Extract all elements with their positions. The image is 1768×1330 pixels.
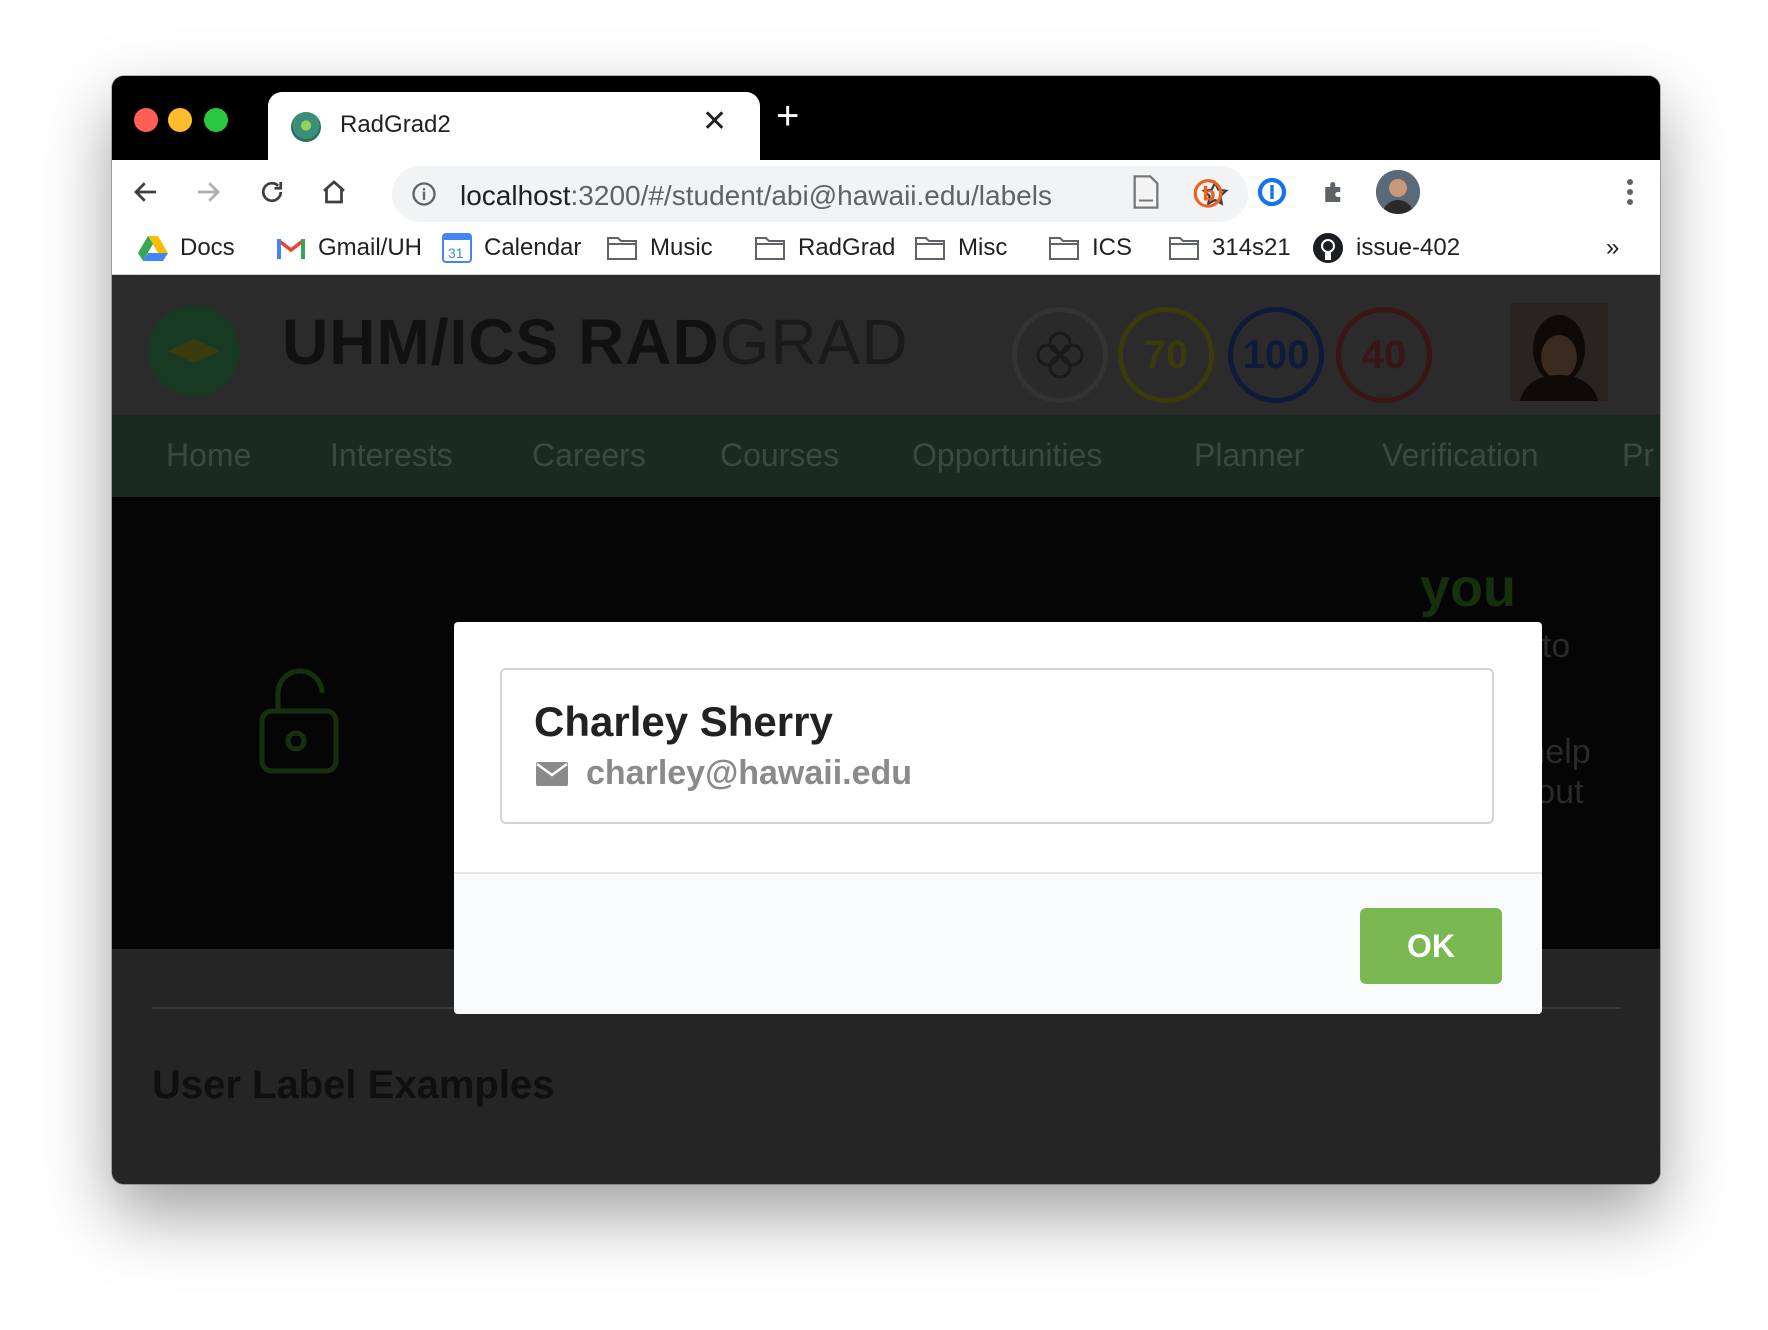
folder-icon <box>607 237 637 260</box>
calendar-day-text: 31 <box>448 245 464 261</box>
browser-menu-button[interactable] <box>1612 174 1648 210</box>
address-bar[interactable]: localhost:3200/#/student/abi@hawaii.edu/… <box>392 166 1248 222</box>
user-email-row: charley@hawaii.edu <box>536 754 912 793</box>
onepassword-icon <box>1257 177 1287 207</box>
url-text: localhost:3200/#/student/abi@hawaii.edu/… <box>460 180 1052 211</box>
bookmark-label: issue-402 <box>1356 234 1461 261</box>
user-name: Charley Sherry <box>534 698 833 745</box>
interests-gauge-icon[interactable] <box>1012 307 1108 403</box>
bookmarks-overflow-button[interactable]: » <box>1606 230 1619 266</box>
segment-heading-fragment: you <box>1420 558 1517 618</box>
bookmark-label: Music <box>650 234 713 261</box>
bookmark-gmail[interactable]: Gmail/UH <box>276 230 422 266</box>
minimize-window-button[interactable] <box>168 108 192 132</box>
nav-planner[interactable]: Planner <box>1194 437 1304 474</box>
nav-home[interactable]: Home <box>166 437 251 474</box>
ice-gauge-competency[interactable]: 100 <box>1228 307 1324 403</box>
arrow-right-icon <box>198 182 220 202</box>
bookmark-docs[interactable]: Docs <box>138 230 235 266</box>
info-icon <box>412 182 436 206</box>
site-nav: Home Interests Careers Courses Opportuni… <box>112 415 1660 497</box>
tab-title: RadGrad2 <box>340 111 451 138</box>
nav-verification[interactable]: Verification <box>1382 437 1539 474</box>
ok-button[interactable]: OK <box>1360 908 1502 984</box>
user-email: charley@hawaii.edu <box>586 754 913 792</box>
bookmark-calendar[interactable]: 31 Calendar <box>442 230 581 266</box>
kebab-menu-icon <box>1627 179 1633 205</box>
home-button[interactable] <box>314 172 354 212</box>
nav-opportunities[interactable]: Opportunities <box>912 437 1102 474</box>
bitly-icon: b <box>1193 179 1223 208</box>
bookmark-314s21[interactable]: 314s21 <box>1168 230 1291 266</box>
browser-toolbar: localhost:3200/#/student/abi@hawaii.edu/… <box>112 160 1660 224</box>
gmail-icon <box>276 238 306 259</box>
profile-avatar[interactable] <box>1376 170 1420 214</box>
folder-icon <box>1169 237 1199 260</box>
bookmark-label: Docs <box>180 234 235 261</box>
user-profile-photo[interactable] <box>1510 303 1608 401</box>
close-window-button[interactable] <box>134 108 158 132</box>
site-header: UHM/ICS RADGRAD 70 100 40 <box>112 275 1660 415</box>
avatar-icon <box>1376 170 1420 214</box>
section-title: User Label Examples <box>152 1063 555 1107</box>
github-icon <box>1313 233 1343 263</box>
new-tab-button[interactable]: + <box>776 96 799 136</box>
reload-icon <box>261 181 283 203</box>
unlock-icon <box>259 668 339 774</box>
extensions-button[interactable] <box>1316 174 1352 210</box>
back-button[interactable] <box>126 172 166 212</box>
nav-careers[interactable]: Careers <box>532 437 646 474</box>
bookmark-radgrad[interactable]: RadGrad <box>754 230 895 266</box>
calendar-icon: 31 <box>442 233 472 263</box>
ice-gauge-experience[interactable]: 40 <box>1336 307 1432 403</box>
nav-interests[interactable]: Interests <box>330 437 453 474</box>
home-icon <box>323 180 345 204</box>
avatar-icon <box>1510 303 1608 401</box>
google-drive-icon <box>138 236 168 261</box>
browser-titlebar: RadGrad2 ✕ + <box>112 76 1660 160</box>
radgrad-favicon-icon <box>291 112 321 142</box>
site-title: UHM/ICS RADGRAD <box>282 306 909 378</box>
nav-courses[interactable]: Courses <box>720 437 839 474</box>
bookmark-issue-402[interactable]: issue-402 <box>1312 230 1460 266</box>
radgrad-logo-icon <box>148 305 240 397</box>
bookmark-label: 314s21 <box>1212 234 1291 261</box>
bookmark-ics[interactable]: ICS <box>1048 230 1132 266</box>
bookmark-music[interactable]: Music <box>606 230 713 266</box>
bookmark-misc[interactable]: Misc <box>914 230 1007 266</box>
forward-button[interactable] <box>188 172 228 212</box>
bookmark-label: RadGrad <box>798 234 896 261</box>
browser-window: RadGrad2 ✕ + localhost:3200/#/student/ab… <box>112 76 1660 1184</box>
envelope-icon <box>536 761 568 786</box>
extension-1password[interactable] <box>1254 174 1290 210</box>
folder-icon <box>1049 237 1079 260</box>
bookmark-label: ICS <box>1092 234 1133 261</box>
bookmark-label: Gmail/UH <box>318 234 423 261</box>
user-card: Charley Sherry charley@hawaii.edu <box>500 668 1494 824</box>
modal-actions: OK <box>454 872 1542 1014</box>
user-label-modal: Charley Sherry charley@hawaii.edu OK <box>454 622 1542 1014</box>
tab-close-icon[interactable]: ✕ <box>702 104 727 139</box>
document-icon <box>1133 175 1159 209</box>
maximize-window-button[interactable] <box>204 108 228 132</box>
flower-icon <box>1036 331 1084 379</box>
arrow-left-icon <box>134 182 156 202</box>
folder-icon <box>755 237 785 260</box>
bookmark-label: Calendar <box>484 234 582 261</box>
nav-privacy[interactable]: Pr <box>1622 437 1654 474</box>
folder-icon <box>915 237 945 260</box>
puzzle-icon <box>1325 182 1341 202</box>
svg-text:b: b <box>1202 185 1215 206</box>
ice-gauge-innovation[interactable]: 70 <box>1118 307 1214 403</box>
extension-document[interactable] <box>1128 174 1164 210</box>
extension-bitly[interactable]: b <box>1190 174 1226 210</box>
browser-tab-active[interactable]: RadGrad2 ✕ <box>268 92 760 160</box>
bookmark-label: Misc <box>958 234 1008 261</box>
bookmarks-bar: Docs Gmail/UH 31 Calendar Music RadGrad … <box>112 224 1660 275</box>
reload-button[interactable] <box>252 172 292 212</box>
